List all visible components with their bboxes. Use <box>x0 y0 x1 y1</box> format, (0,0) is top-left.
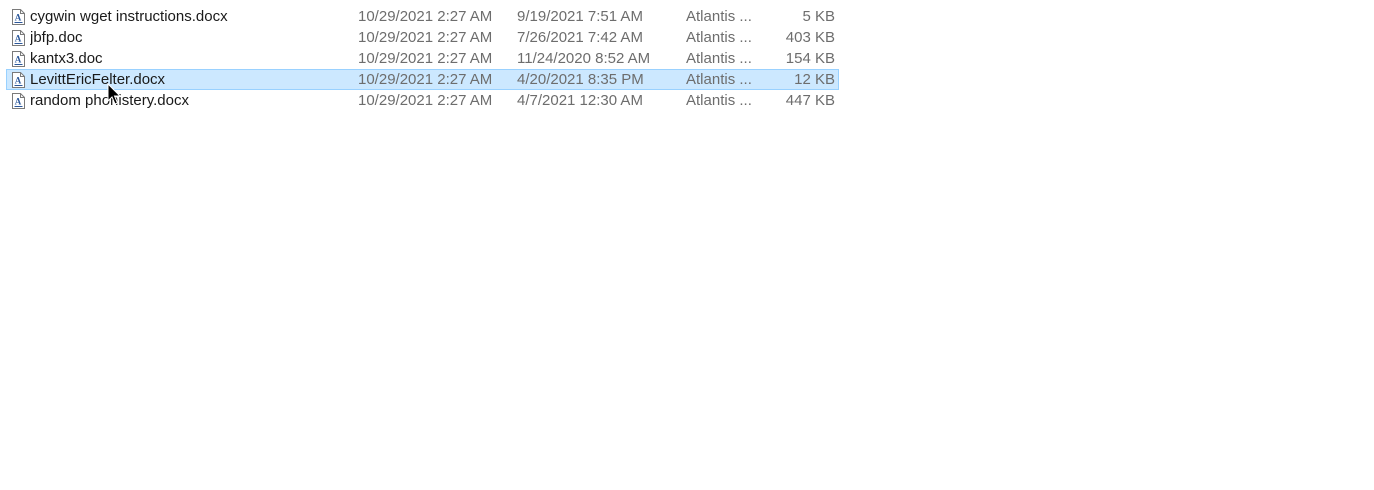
file-name[interactable]: jbfp.doc <box>30 29 350 47</box>
word-document-icon: A <box>12 93 26 109</box>
file-row[interactable]: A kantx3.doc 10/29/2021 2:27 AM 11/24/20… <box>6 48 839 69</box>
file-date-created: 10/29/2021 2:27 AM <box>358 71 493 88</box>
file-size: 154 KB <box>785 50 835 67</box>
file-row[interactable]: A random phonistery.docx 10/29/2021 2:27… <box>6 90 839 111</box>
word-document-icon: A <box>12 51 26 67</box>
file-name[interactable]: kantx3.doc <box>30 50 350 68</box>
file-size: 5 KB <box>802 8 835 25</box>
svg-text:A: A <box>15 55 22 65</box>
file-author: Atlantis ... <box>686 92 752 109</box>
file-author: Atlantis ... <box>686 71 752 88</box>
svg-text:A: A <box>15 76 22 86</box>
file-date-modified: 4/20/2021 8:35 PM <box>517 71 644 88</box>
file-date-modified: 4/7/2021 12:30 AM <box>517 92 643 109</box>
file-size: 12 KB <box>794 71 835 88</box>
word-document-icon: A <box>12 30 26 46</box>
file-author: Atlantis ... <box>686 8 752 25</box>
file-row[interactable]: A LevittEricFelter.docx 10/29/2021 2:27 … <box>6 69 839 90</box>
file-row[interactable]: A cygwin wget instructions.docx 10/29/20… <box>6 6 839 27</box>
file-author: Atlantis ... <box>686 29 752 46</box>
svg-text:A: A <box>15 97 22 107</box>
svg-text:A: A <box>15 13 22 23</box>
file-list: A cygwin wget instructions.docx 10/29/20… <box>6 6 839 111</box>
file-size: 403 KB <box>785 29 835 46</box>
file-date-created: 10/29/2021 2:27 AM <box>358 8 493 25</box>
file-name[interactable]: random phonistery.docx <box>30 92 350 110</box>
file-date-created: 10/29/2021 2:27 AM <box>358 29 493 46</box>
file-date-modified: 9/19/2021 7:51 AM <box>517 8 643 25</box>
file-date-created: 10/29/2021 2:27 AM <box>358 50 493 67</box>
word-document-icon: A <box>12 9 26 25</box>
file-row[interactable]: A jbfp.doc 10/29/2021 2:27 AM 7/26/2021 … <box>6 27 839 48</box>
file-date-modified: 7/26/2021 7:42 AM <box>517 29 643 46</box>
word-document-icon: A <box>12 72 26 88</box>
svg-text:A: A <box>15 34 22 44</box>
file-size: 447 KB <box>785 92 835 109</box>
file-date-created: 10/29/2021 2:27 AM <box>358 92 493 109</box>
file-date-modified: 11/24/2020 8:52 AM <box>517 50 651 67</box>
file-name[interactable]: cygwin wget instructions.docx <box>30 8 350 26</box>
file-author: Atlantis ... <box>686 50 752 67</box>
file-name[interactable]: LevittEricFelter.docx <box>30 71 350 89</box>
